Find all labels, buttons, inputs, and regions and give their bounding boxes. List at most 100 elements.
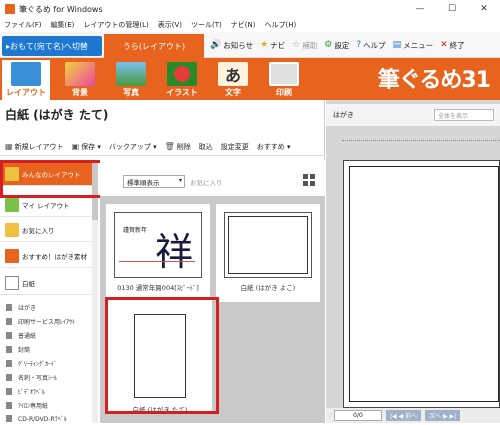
page-border bbox=[228, 216, 308, 274]
menu-label: メニュー bbox=[403, 40, 434, 50]
new-layout-label: 新規レイアウト bbox=[14, 142, 64, 151]
blank-landscape-thumbnail bbox=[224, 212, 312, 278]
chevron-down-icon: ▾ bbox=[178, 177, 182, 184]
star-icon: ★ bbox=[260, 40, 269, 50]
list-item[interactable]: ｸﾞﾘｰﾃｨﾝｸﾞｶｰﾄﾞ bbox=[0, 357, 92, 370]
backup-label: バックアップ ▾ bbox=[108, 142, 157, 151]
question-icon: ? bbox=[356, 40, 362, 50]
tab-photo[interactable]: 写真 bbox=[107, 60, 155, 100]
menu-file[interactable]: ファイル(F) bbox=[4, 20, 42, 30]
page-indicator: 0/0 bbox=[334, 410, 382, 421]
tab-print[interactable]: 印刷 bbox=[260, 60, 308, 100]
item-icon bbox=[6, 304, 12, 311]
sidebar-item-recommended[interactable]: おすすめ！はがき素材 bbox=[0, 244, 92, 268]
greeting-text: 謹賀新年 bbox=[123, 227, 148, 234]
close-window-button[interactable]: ✕ bbox=[469, 0, 499, 18]
settings-change-button[interactable]: 設定変更 bbox=[221, 142, 249, 152]
backup-button[interactable]: バックアップ ▾ bbox=[109, 142, 157, 152]
assist-button[interactable]: ☆ 補助 bbox=[292, 40, 317, 51]
save-button[interactable]: ▣ 保存 ▾ bbox=[72, 142, 101, 152]
favorites-filter[interactable]: お気に入り bbox=[190, 177, 223, 187]
menu-view[interactable]: 表示(V) bbox=[158, 20, 182, 30]
exit-button[interactable]: ✕ 終了 bbox=[440, 40, 465, 51]
preview-page[interactable] bbox=[343, 160, 500, 408]
item-icon bbox=[6, 402, 12, 409]
list-item[interactable]: 印刷サービス用ﾚｲｱｳﾄ bbox=[0, 315, 92, 328]
layout-icon bbox=[11, 62, 41, 86]
tab-background-label: 背景 bbox=[72, 88, 88, 97]
item-icon bbox=[6, 332, 12, 339]
list-item[interactable]: CD-R/DVD-Rﾗﾍﾞﾙ bbox=[0, 412, 92, 425]
menu-layout-manage[interactable]: レイアウトの管理(L) bbox=[83, 20, 148, 30]
menu-button[interactable]: ▤ メニュー bbox=[393, 40, 434, 51]
assist-label: 補助 bbox=[302, 40, 318, 50]
import-button[interactable]: 取込 bbox=[199, 142, 213, 152]
list-item[interactable]: ﾋﾞﾃﾞｵﾗﾍﾞﾙ bbox=[0, 385, 92, 398]
omote-switch-button[interactable]: ▸おもて(宛て名)へ切替 bbox=[2, 36, 102, 56]
speaker-icon: 🔊 bbox=[210, 40, 222, 50]
list-label: 名刺・写真ｼｰﾙ bbox=[18, 375, 58, 382]
tab-text-label: 文字 bbox=[225, 88, 241, 97]
tab-layout[interactable]: レイアウト bbox=[2, 60, 50, 100]
grid-view-icon[interactable] bbox=[303, 174, 315, 186]
sidebar-label: お気に入り bbox=[22, 226, 55, 235]
tab-illust-label: イラスト bbox=[166, 88, 198, 97]
tab-illust[interactable]: イラスト bbox=[158, 60, 206, 100]
menu-help[interactable]: ヘルプ(H) bbox=[264, 20, 296, 30]
sidebar-item-blank[interactable]: 白紙 bbox=[0, 271, 92, 295]
item-icon bbox=[6, 318, 12, 325]
tab-print-label: 印刷 bbox=[276, 88, 292, 97]
tab-text[interactable]: あ文字 bbox=[209, 60, 257, 100]
menu-edit[interactable]: 編集(E) bbox=[51, 20, 75, 30]
navi-label: ナビ bbox=[270, 40, 286, 50]
tab-layout-label: レイアウト bbox=[6, 88, 46, 97]
help-button[interactable]: ? ヘルプ bbox=[356, 40, 385, 51]
settings-button[interactable]: ⚙ 設定 bbox=[324, 40, 349, 51]
new-layout-button[interactable]: ▦ 新規レイアウト bbox=[5, 142, 64, 152]
zoom-select[interactable]: 全体を表示 bbox=[434, 109, 494, 121]
decor-line bbox=[119, 261, 195, 262]
thumbnail-card[interactable]: 謹賀新年 祥 0130 通常年賀004[ｽﾋﾟｰﾄﾞ] bbox=[106, 204, 210, 302]
list-label: ｱｲﾛﾝ専用紙 bbox=[18, 403, 49, 410]
list-item[interactable]: 名刺・写真ｼｰﾙ bbox=[0, 371, 92, 384]
ura-tab[interactable]: うら(レイアウト) bbox=[104, 34, 204, 58]
recommend-button[interactable]: おすすめ ▾ bbox=[257, 142, 291, 152]
delete-button[interactable]: 🗑 削除 bbox=[165, 142, 191, 152]
sort-select[interactable]: 標準順表示 ▾ bbox=[123, 175, 185, 188]
menu-tools[interactable]: ツール(T) bbox=[191, 20, 222, 30]
tab-photo-label: 写真 bbox=[123, 88, 139, 97]
list-label: 普通紙 bbox=[18, 333, 37, 340]
ruler bbox=[342, 140, 500, 145]
printer-icon bbox=[269, 62, 299, 86]
menu-navi[interactable]: ナビ(N) bbox=[231, 20, 256, 30]
list-item[interactable]: ｱｲﾛﾝ専用紙 bbox=[0, 399, 92, 412]
sidebar-item-favorites[interactable]: お気に入り bbox=[0, 218, 92, 242]
blank-page-icon bbox=[5, 275, 19, 290]
next-page-button[interactable]: 次へ ▶ ▶| bbox=[425, 410, 461, 421]
item-icon bbox=[6, 415, 12, 422]
navi-button[interactable]: ★ ナビ bbox=[260, 40, 285, 51]
prev-page-button[interactable]: |◀ ◀ 前へ bbox=[386, 410, 422, 421]
list-item[interactable]: はがき bbox=[0, 301, 92, 314]
minimize-button[interactable]: — bbox=[405, 0, 435, 18]
delete-label: 削除 bbox=[176, 142, 191, 151]
maximize-button[interactable]: ☐ bbox=[437, 0, 467, 18]
settings-change-label: 設定変更 bbox=[220, 142, 249, 151]
list-item[interactable]: 封筒 bbox=[0, 343, 92, 356]
thumbnail-card[interactable]: 白紙 (はがき よこ) bbox=[216, 204, 320, 302]
kanji-art: 祥 bbox=[155, 230, 194, 274]
notice-button[interactable]: 🔊 お知らせ bbox=[210, 40, 253, 51]
tab-background[interactable]: 背景 bbox=[56, 60, 104, 100]
brand-logo: 筆ぐるめ31 bbox=[377, 68, 491, 93]
thumbnail-caption: 0130 通常年賀004[ｽﾋﾟｰﾄﾞ] bbox=[117, 284, 199, 292]
favorites-icon bbox=[5, 222, 19, 237]
settings-label: 設定 bbox=[334, 40, 350, 50]
import-label: 取込 bbox=[198, 142, 213, 151]
item-icon bbox=[6, 374, 12, 381]
list-label: 印刷サービス用ﾚｲｱｳﾄ bbox=[18, 319, 76, 326]
list-label: 封筒 bbox=[18, 347, 31, 354]
gear-icon: ⚙ bbox=[324, 40, 333, 50]
star-hollow-icon: ☆ bbox=[292, 40, 301, 50]
recommend-label: おすすめ ▾ bbox=[256, 142, 291, 151]
list-item[interactable]: 普通紙 bbox=[0, 329, 92, 342]
